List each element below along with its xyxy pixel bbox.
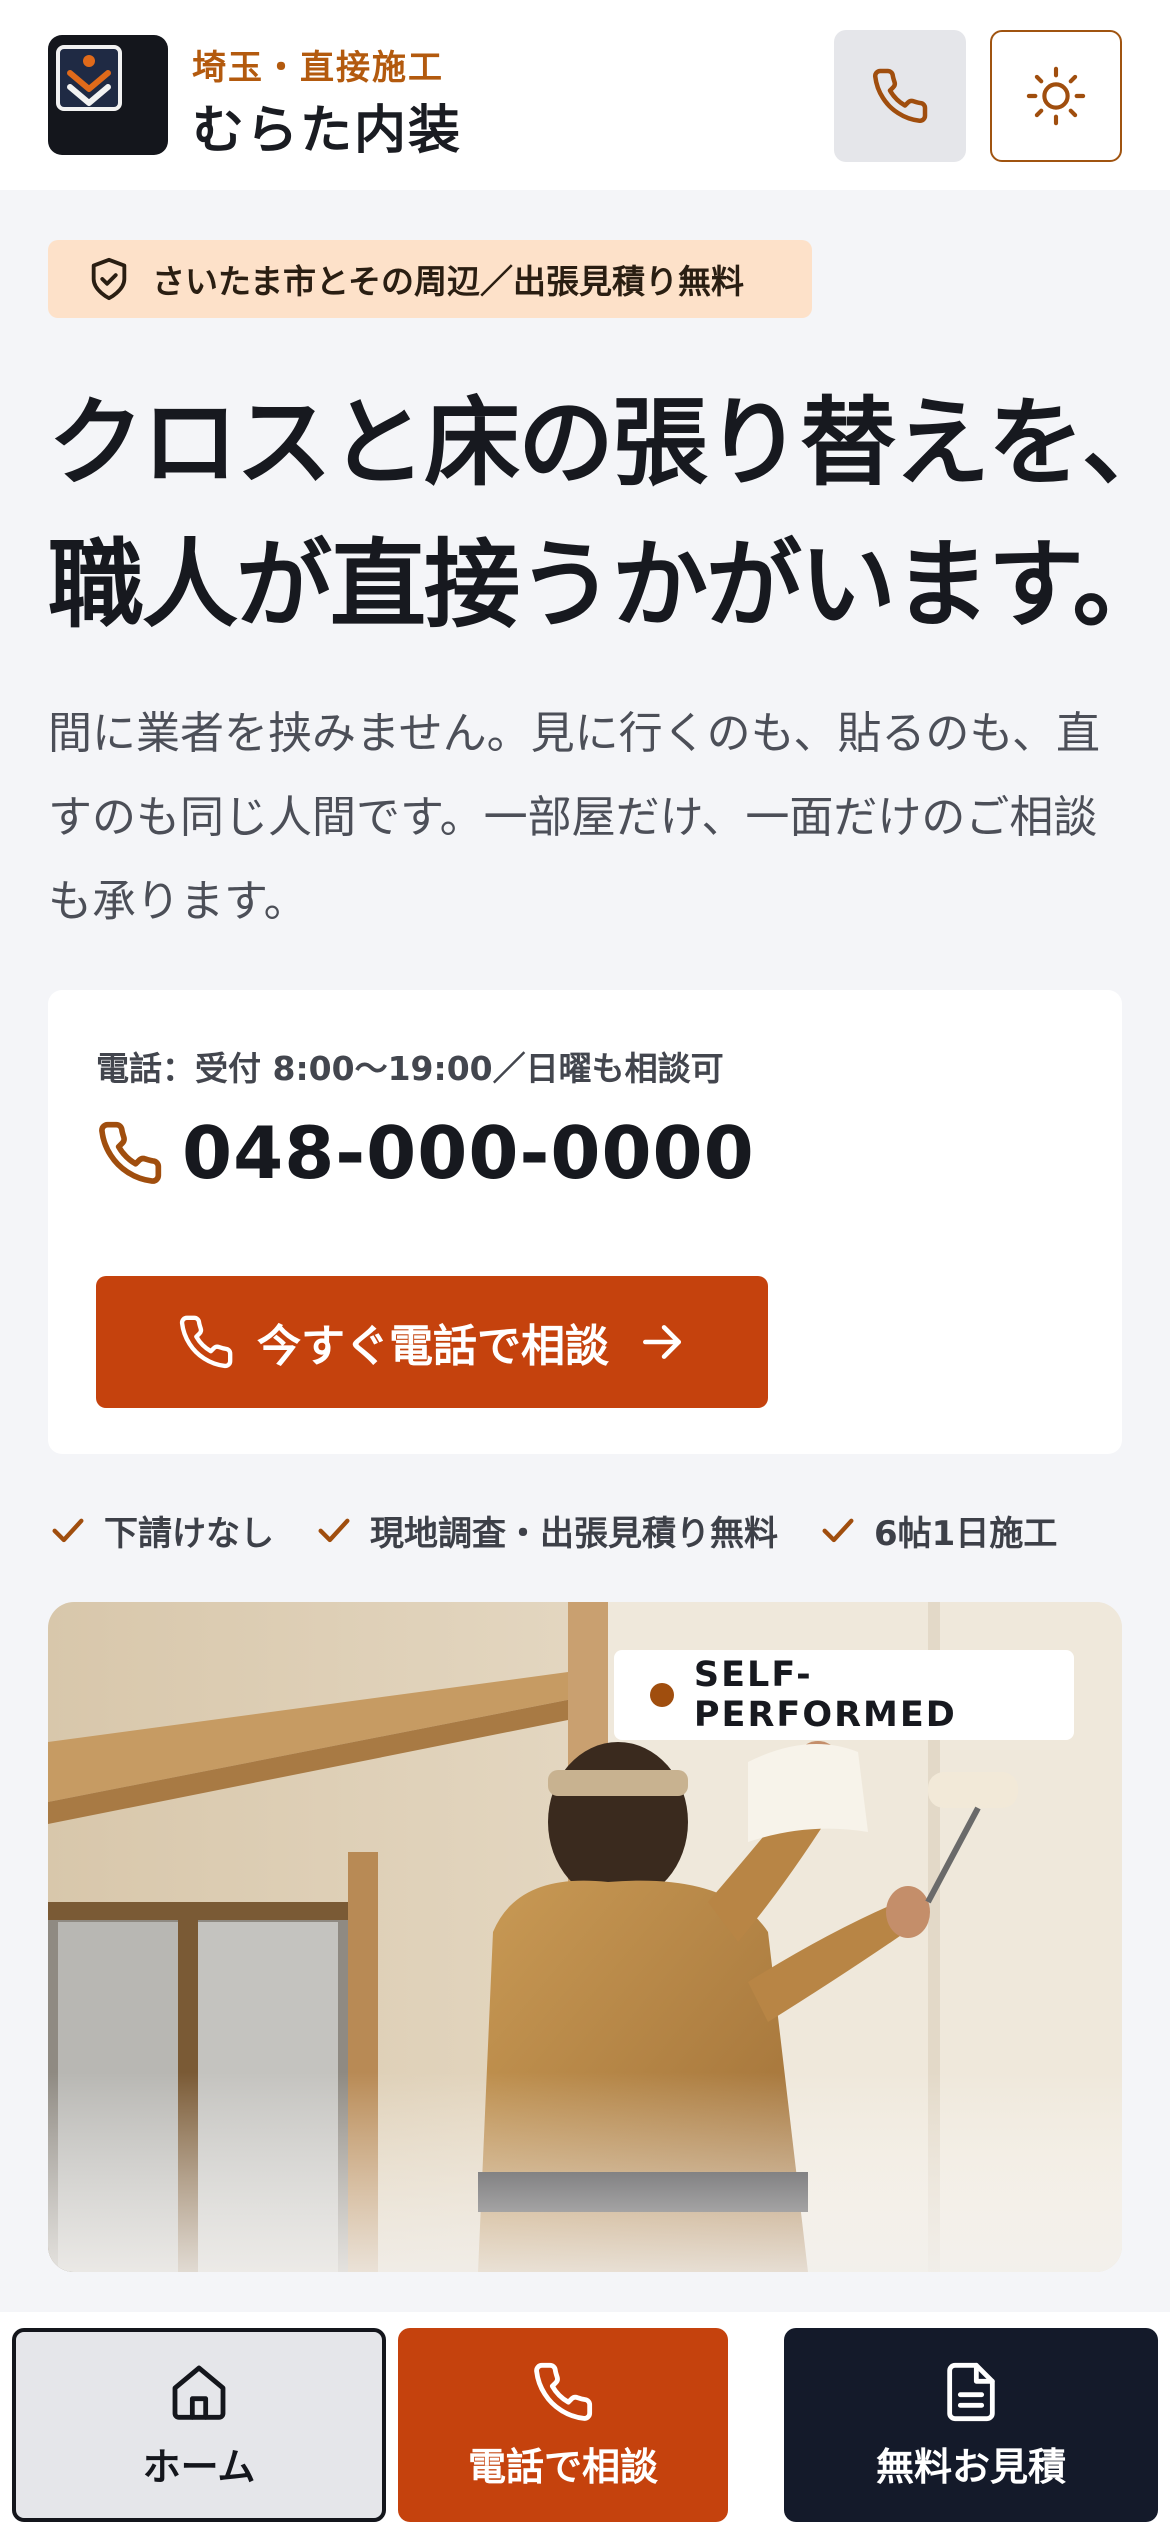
nav-home-button[interactable]: ホーム — [12, 2328, 386, 2522]
nav-call-button[interactable]: 電話で相談 — [398, 2328, 728, 2522]
feature-item: 6帖1日施工 — [818, 1506, 1057, 1555]
contact-card: 電話：受付 8:00〜19:00／日曜も相談可 048-000-0000 今すぐ… — [48, 990, 1122, 1454]
sun-icon — [1026, 66, 1086, 126]
self-performed-label: SELF-PERFORMED — [693, 1655, 957, 1735]
nav-call-label: 電話で相談 — [467, 2444, 658, 2489]
phone-icon — [531, 2360, 595, 2424]
check-icon — [818, 1510, 858, 1550]
page: 埼玉・直接施工 むらた内装 さいたま市とその周辺／出張見積り無料 クロスと床の張… — [0, 0, 1170, 2532]
phone-number[interactable]: 048-000-0000 — [182, 1111, 755, 1195]
craftsman-photo: SELF-PERFORMED — [48, 1602, 1122, 2272]
dot-icon — [650, 1683, 674, 1707]
nav-quote-button[interactable]: 無料お見積 — [784, 2328, 1158, 2522]
phone-hours: 電話：受付 8:00〜19:00／日曜も相談可 — [96, 1049, 724, 1088]
phone-icon — [177, 1313, 235, 1371]
check-icon — [48, 1510, 88, 1550]
headline-line-1: クロスと床の張り替えを、 — [48, 387, 1170, 499]
feature-item: 現地調査・出張見積り無料 — [314, 1506, 778, 1555]
phone-icon — [873, 68, 928, 123]
home-icon — [167, 2360, 231, 2424]
feature-label: 現地調査・出張見積り無料 — [370, 1513, 778, 1554]
feature-item: 下請けなし — [48, 1506, 274, 1555]
logo-icon[interactable] — [48, 35, 168, 155]
shield-check-icon — [86, 256, 132, 302]
arrow-right-icon — [637, 1317, 687, 1367]
call-now-label: 今すぐ電話で相談 — [257, 1321, 609, 1372]
document-icon — [939, 2360, 1003, 2424]
headline-line-2: 職人が直接うかがいます。 — [48, 529, 1168, 641]
brand-region: 埼玉・直接施工 — [192, 48, 444, 88]
brand-name[interactable]: むらた内装 — [192, 88, 462, 163]
phone-number-row[interactable]: 048-000-0000 — [96, 1108, 755, 1198]
feature-list: 下請けなし 現地調査・出張見積り無料 6帖1日施工 — [48, 1500, 1128, 1560]
service-area-badge: さいたま市とその周辺／出張見積り無料 — [48, 240, 812, 318]
hero-headline: クロスと床の張り替えを、 職人が直接うかがいます。 — [48, 372, 1170, 656]
nav-home-label: ホーム — [142, 2444, 256, 2489]
call-now-button[interactable]: 今すぐ電話で相談 — [96, 1276, 768, 1408]
feature-label: 下請けなし — [104, 1513, 274, 1554]
phone-icon — [96, 1119, 164, 1187]
feature-label: 6帖1日施工 — [874, 1513, 1058, 1554]
service-area-text: さいたま市とその周辺／出張見積り無料 — [152, 262, 745, 301]
self-performed-badge: SELF-PERFORMED — [614, 1650, 1074, 1740]
site-header: 埼玉・直接施工 むらた内装 — [0, 0, 1170, 190]
check-icon — [314, 1510, 354, 1550]
hero-lead: 間に業者を挟みません。見に行くのも、貼るのも、直すのも同じ人間です。一部屋だけ、… — [48, 708, 1101, 927]
header-call-button[interactable] — [834, 30, 966, 162]
nav-quote-label: 無料お見積 — [875, 2444, 1066, 2489]
bottom-nav: ホーム 電話で相談 無料お見積 — [0, 2312, 1170, 2532]
theme-toggle-button[interactable] — [990, 30, 1122, 162]
